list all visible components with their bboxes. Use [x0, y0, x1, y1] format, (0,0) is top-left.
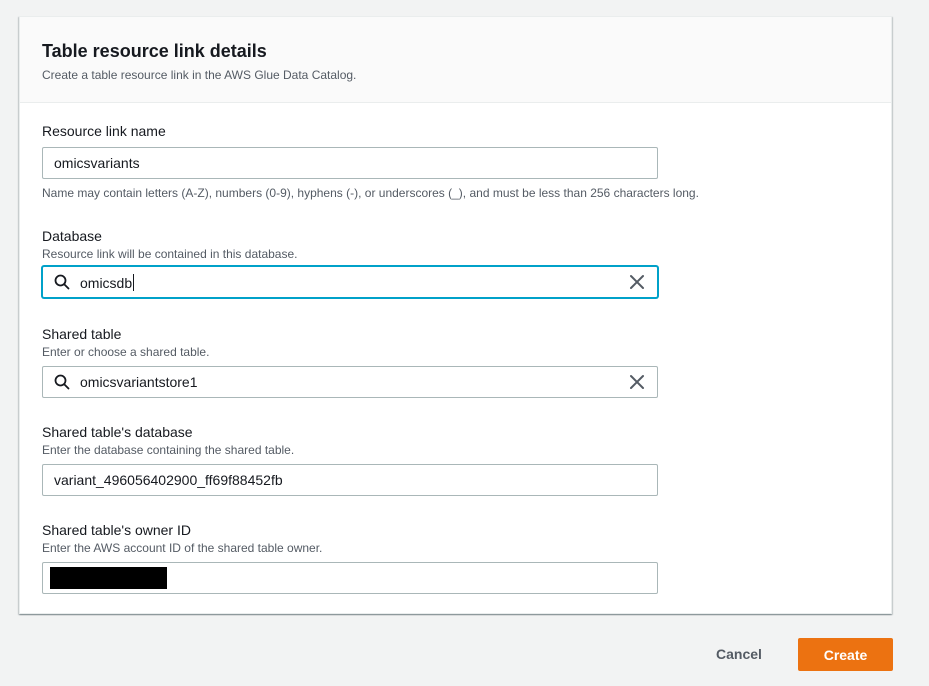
panel-header: Table resource link details Create a tab…	[20, 17, 891, 103]
shared-table-search-input[interactable]: omicsvariantstore1	[42, 366, 658, 398]
shared-table-label: Shared table	[42, 326, 122, 342]
panel-title: Table resource link details	[42, 41, 267, 61]
shared-table-owner-id-hint: Enter the AWS account ID of the shared t…	[42, 541, 323, 555]
shared-table-database-label: Shared table's database	[42, 424, 193, 440]
shared-table-owner-id-input[interactable]	[42, 562, 658, 594]
search-icon	[54, 374, 70, 390]
database-value-wrap: omicsdb	[80, 273, 628, 291]
database-value: omicsdb	[80, 274, 133, 291]
panel-description: Create a table resource link in the AWS …	[42, 68, 357, 82]
shared-table-database-input[interactable]: variant_496056402900_ff69f88452fb	[42, 464, 658, 496]
text-caret	[133, 273, 135, 291]
search-icon	[54, 274, 70, 290]
database-label: Database	[42, 228, 102, 244]
table-resource-link-panel: Table resource link details Create a tab…	[19, 16, 892, 614]
shared-table-field: Shared table Enter or choose a shared ta…	[42, 324, 658, 398]
redacted-value	[50, 567, 167, 589]
resource-link-name-field: Resource link name omicsvariants Name ma…	[42, 121, 699, 201]
shared-table-database-value: variant_496056402900_ff69f88452fb	[54, 472, 283, 488]
shared-table-database-hint: Enter the database containing the shared…	[42, 443, 295, 457]
resource-link-name-value: omicsvariants	[54, 155, 140, 171]
shared-table-hint: Enter or choose a shared table.	[42, 345, 210, 359]
resource-link-name-input[interactable]: omicsvariants	[42, 147, 658, 179]
create-button[interactable]: Create	[798, 638, 893, 671]
database-hint: Resource link will be contained in this …	[42, 247, 298, 261]
shared-table-database-field: Shared table's database Enter the databa…	[42, 422, 658, 496]
shared-table-value: omicsvariantstore1	[80, 374, 198, 390]
database-field: Database Resource link will be contained…	[42, 226, 658, 298]
resource-link-name-label: Resource link name	[42, 123, 166, 139]
cancel-button[interactable]: Cancel	[704, 638, 774, 670]
database-search-input[interactable]: omicsdb	[42, 266, 658, 298]
close-icon[interactable]	[628, 273, 646, 291]
close-icon[interactable]	[628, 373, 646, 391]
shared-table-owner-id-field: Shared table's owner ID Enter the AWS ac…	[42, 520, 658, 594]
resource-link-name-constraint: Name may contain letters (A-Z), numbers …	[42, 186, 699, 200]
shared-table-owner-id-label: Shared table's owner ID	[42, 522, 191, 538]
